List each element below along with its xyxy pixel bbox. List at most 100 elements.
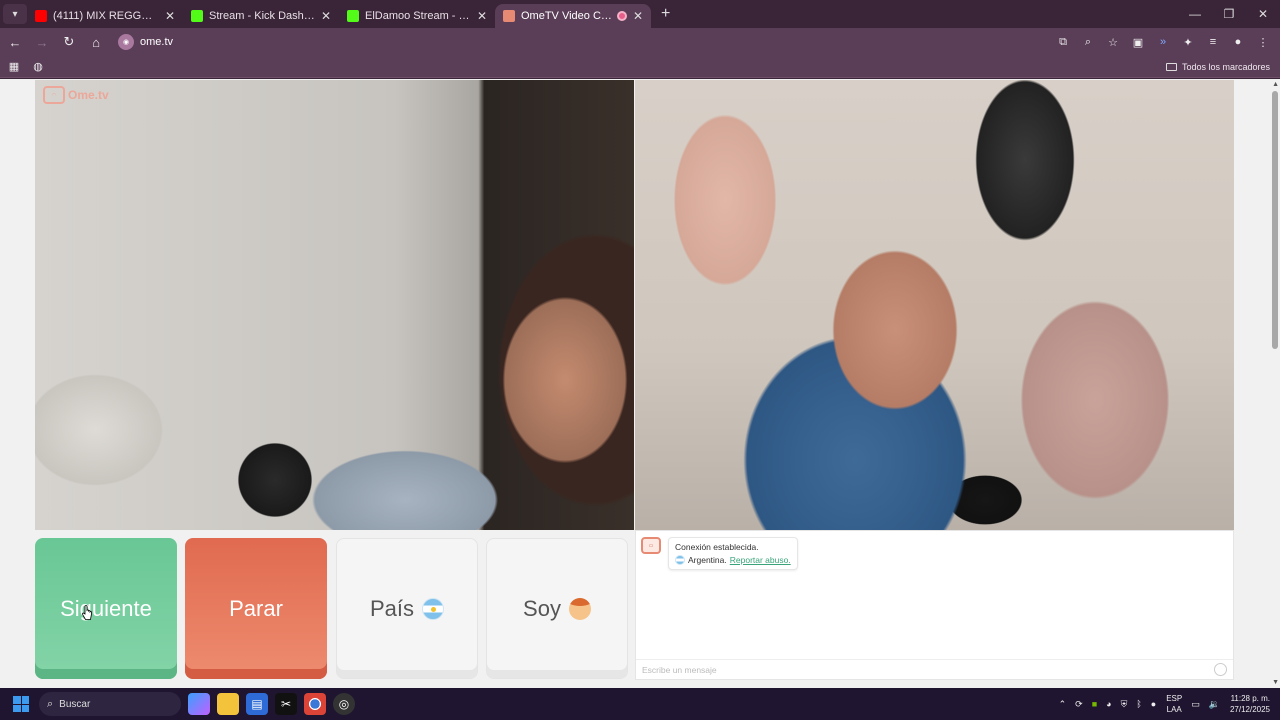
partner-country: Argentina. — [688, 555, 727, 565]
remote-video — [635, 80, 1234, 530]
argentina-flag-icon — [675, 555, 685, 565]
chrome-icon[interactable] — [304, 693, 326, 715]
toolbar-actions: ⧉ ⌕ ☆ ▣ » ✦ ≡ ● ⋮ — [1049, 30, 1274, 54]
ometv-logo: ◠ Ome.tv — [43, 86, 109, 104]
close-tab-icon[interactable]: ✕ — [321, 9, 331, 23]
back-icon[interactable]: ← — [3, 30, 27, 54]
extension-icon[interactable]: ▣ — [1127, 30, 1149, 54]
system-tray: ⌃ ⟳ ■ ◕ ⛨ ᛒ ● ESP LAA ▭ 🔉 11:28 p. m. 27… — [1050, 688, 1270, 720]
install-app-icon[interactable]: ⧉ — [1052, 30, 1074, 54]
file-explorer-icon[interactable] — [217, 693, 239, 715]
site-info-icon[interactable]: ◉ — [118, 34, 134, 50]
tab-title: (4111) MIX REGGAETON 2025 | — [53, 10, 159, 22]
argentina-flag-icon — [422, 597, 445, 620]
profile-avatar-icon[interactable]: ● — [1227, 30, 1249, 54]
sync-icon[interactable]: ⟳ — [1075, 699, 1083, 710]
extensions-puzzle-icon[interactable]: ✦ — [1177, 30, 1199, 54]
chat-input-placeholder: Escribe un mensaje — [642, 665, 717, 675]
search-icon: ⌕ — [47, 697, 54, 710]
address-text[interactable]: ome.tv — [140, 36, 173, 48]
copilot-icon[interactable] — [188, 693, 210, 715]
taskbar-clock[interactable]: 11:28 p. m. 27/12/2025 — [1230, 693, 1270, 715]
bluetooth-icon[interactable]: ᛒ — [1136, 699, 1141, 709]
microphone-icon[interactable]: ● — [1151, 699, 1156, 709]
forward-icon[interactable]: → — [30, 30, 54, 54]
search-label: Buscar — [59, 698, 91, 710]
restore-icon[interactable]: ❐ — [1212, 0, 1246, 28]
show-hidden-icons-icon[interactable]: ⌃ — [1059, 699, 1067, 710]
tab-search-button[interactable]: ▾ — [3, 4, 27, 24]
stop-button[interactable]: Parar — [185, 538, 327, 679]
apps-grid-icon[interactable]: ▦ — [4, 60, 24, 73]
close-window-icon[interactable]: ✕ — [1246, 0, 1280, 28]
tv-icon: ◠ — [43, 86, 65, 104]
windows-start-icon[interactable] — [13, 696, 29, 712]
country-button[interactable]: País — [336, 538, 478, 679]
close-tab-icon[interactable]: ✕ — [633, 9, 643, 23]
system-message: Conexión establecida. Argentina. Reporta… — [668, 537, 798, 570]
kick-icon — [191, 10, 203, 22]
clock-time: 11:28 p. m. — [1230, 694, 1270, 703]
bookmarks-bar: ▦ ◍ Todos los marcadores — [0, 56, 1280, 78]
ometv-icon — [503, 10, 515, 22]
bookmark-star-icon[interactable]: ☆ — [1102, 30, 1124, 54]
address-bar[interactable]: ◉ ome.tv — [118, 31, 173, 53]
logo-text: Ome.tv — [68, 88, 109, 102]
emoji-icon[interactable] — [1214, 663, 1227, 676]
tab-title: OmeTV Video Chat — Ome — [521, 10, 613, 22]
menu-kebab-icon[interactable]: ⋮ — [1252, 30, 1274, 54]
chat-panel: ▭ Conexión establecida. Argentina. Repor… — [635, 530, 1234, 680]
connection-status: Conexión establecida. — [675, 542, 759, 552]
page-scrollbar[interactable]: ▲ ▼ — [1270, 79, 1280, 688]
tab-eldamoo-stream[interactable]: ElDamoo Stream - Watch Live o ✕ — [339, 4, 495, 28]
reload-icon[interactable]: ↻ — [57, 30, 81, 54]
close-tab-icon[interactable]: ✕ — [165, 9, 175, 23]
browser-toolbar: ← → ↻ ⌂ ◉ ome.tv ⧉ ⌕ ☆ ▣ » ✦ ≡ ● ⋮ — [0, 28, 1280, 56]
scroll-thumb[interactable] — [1272, 91, 1278, 349]
tab-kick-dashboard[interactable]: Stream - Kick Dashboard ✕ — [183, 4, 339, 28]
display-icon[interactable]: ▭ — [1191, 699, 1200, 710]
obs-icon[interactable]: ◎ — [333, 693, 355, 715]
close-tab-icon[interactable]: ✕ — [477, 9, 487, 23]
keyboard-layout: LAA — [1166, 705, 1182, 714]
kick-icon — [347, 10, 359, 22]
gender-button[interactable]: Soy — [486, 538, 628, 679]
defender-icon[interactable]: ⛨ — [1121, 699, 1128, 710]
scroll-up-icon[interactable]: ▲ — [1272, 81, 1279, 88]
volume-icon[interactable]: 🔉 — [1209, 699, 1220, 710]
extension-audio-icon[interactable]: » — [1152, 30, 1174, 54]
new-tab-button[interactable]: + — [661, 5, 670, 23]
clock-date: 27/12/2025 — [1229, 705, 1270, 714]
ometv-avatar-icon: ▭ — [641, 537, 661, 554]
nvidia-icon[interactable]: ■ — [1092, 699, 1097, 709]
capcut-icon[interactable]: ✂ — [275, 693, 297, 715]
tab-ometv[interactable]: OmeTV Video Chat — Ome ✕ — [495, 4, 651, 28]
browser-tab-bar: ▾ (4111) MIX REGGAETON 2025 | ✕ Stream -… — [0, 0, 1280, 28]
all-bookmarks-label: Todos los marcadores — [1181, 61, 1270, 72]
folder-icon — [1165, 62, 1177, 71]
window-controls: — ❐ ✕ — [1178, 0, 1280, 28]
report-abuse-link[interactable]: Reportar abuso. — [730, 555, 791, 565]
media-control-icon[interactable]: ≡ — [1202, 30, 1224, 54]
discord-icon[interactable]: ◕ — [1106, 699, 1111, 709]
chat-message-input[interactable]: Escribe un mensaje — [636, 659, 1233, 679]
store-icon[interactable]: ▤ — [246, 693, 268, 715]
all-bookmarks-button[interactable]: Todos los marcadores — [1165, 61, 1270, 72]
youtube-icon — [35, 10, 47, 22]
taskbar-search[interactable]: ⌕ Buscar — [39, 692, 181, 716]
bookmark-site-icon[interactable]: ◍ — [28, 60, 48, 73]
tab-title: ElDamoo Stream - Watch Live o — [365, 10, 471, 22]
language-indicator[interactable]: ESP LAA — [1166, 693, 1182, 715]
tab-title: Stream - Kick Dashboard — [209, 10, 315, 22]
next-label: Siguiente — [60, 595, 152, 621]
country-label: País — [369, 595, 415, 621]
hand-cursor-icon — [82, 605, 92, 620]
tab-youtube[interactable]: (4111) MIX REGGAETON 2025 | ✕ — [27, 4, 183, 28]
next-button[interactable]: Siguiente — [35, 538, 177, 679]
language-code: ESP — [1166, 694, 1183, 703]
recording-icon — [616, 11, 627, 21]
scroll-down-icon[interactable]: ▼ — [1272, 679, 1279, 686]
minimize-icon[interactable]: — — [1178, 0, 1212, 28]
zoom-icon[interactable]: ⌕ — [1077, 30, 1099, 54]
home-icon[interactable]: ⌂ — [84, 30, 108, 54]
